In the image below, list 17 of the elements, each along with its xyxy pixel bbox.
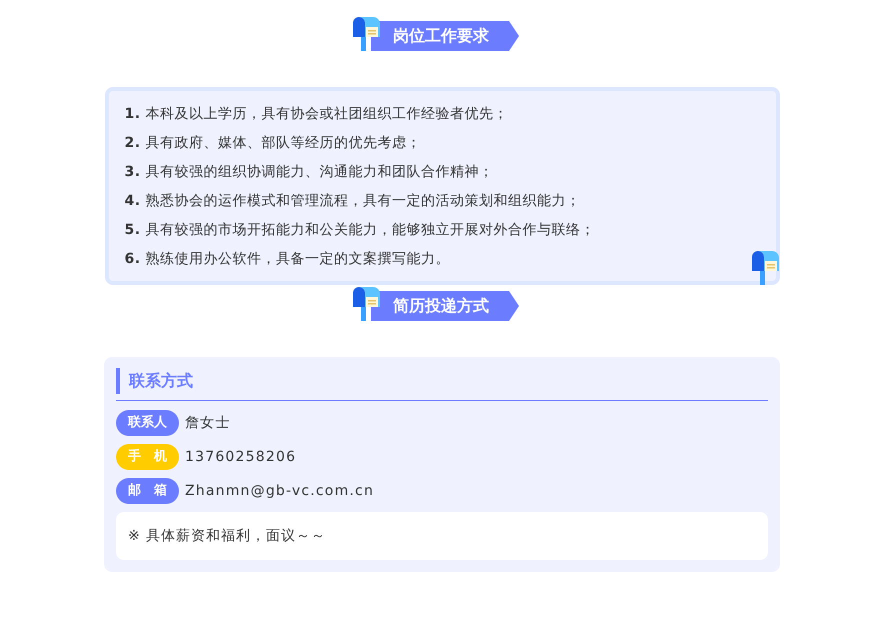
requirement-item: 1. 本科及以上学历，具有协会或社团组织工作经验者优先； [124, 105, 510, 124]
contact-value: Zhanmn@gb-vc.com.cn [185, 483, 374, 499]
salary-note: ※ 具体薪资和福利，面议～～ [116, 512, 768, 560]
contact-label: 邮 箱 [116, 478, 179, 504]
contact-label: 联系人 [116, 410, 179, 436]
requirement-item: 2. 具有政府、媒体、部队等经历的优先考虑； [124, 134, 422, 153]
section-title: 简历投递方式 [371, 291, 519, 321]
contact-label: 手 机 [116, 444, 179, 470]
requirement-item: 3. 具有较强的组织协调能力、沟通能力和团队合作精神； [124, 163, 495, 182]
contact-heading: 联系方式 [116, 368, 768, 394]
contact-value: 詹女士 [185, 414, 231, 432]
requirement-item: 6. 熟练使用办公软件，具备一定的文案撰写能力。 [124, 250, 452, 269]
contact-value: 13760258206 [185, 449, 296, 465]
section-title: 岗位工作要求 [371, 21, 519, 51]
requirement-item: 4. 熟悉协会的运作模式和管理流程，具有一定的活动策划和组织能力； [124, 192, 582, 211]
mailbox-icon [750, 251, 780, 285]
requirement-item: 5. 具有较强的市场开拓能力和公关能力，能够独立开展对外合作与联络； [124, 221, 596, 240]
